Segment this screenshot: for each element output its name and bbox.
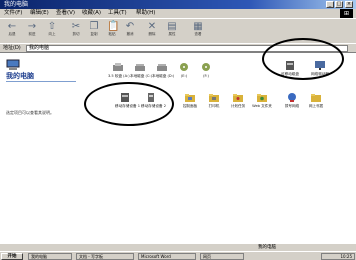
minimize-button[interactable]: _	[326, 1, 334, 8]
taskbar: 开始 我的电脑 文档 - 写字板 Microsoft Word 网页 10:25	[0, 251, 356, 260]
taskbar-item[interactable]: 网页	[200, 253, 244, 260]
system-clock: 10:25	[321, 253, 355, 260]
status-bar: 我的电脑	[0, 243, 356, 251]
forward-button[interactable]: → 前进	[26, 21, 38, 37]
panel-description: 选定项目可以查看其说明。	[6, 110, 54, 115]
network-globe-icon	[288, 93, 296, 102]
menu-bar: 文件(F) 编辑(E) 查看(V) 收藏(A) 工具(T) 帮助(H)	[0, 9, 356, 18]
copy-button[interactable]: ❐ 复制	[88, 21, 100, 37]
menu-edit[interactable]: 编辑(E)	[30, 10, 49, 17]
cut-button[interactable]: ✂ 剪切	[70, 21, 82, 37]
left-panel: 我的电脑 选定项目可以查看其说明。	[0, 54, 100, 244]
menu-view[interactable]: 查看(V)	[56, 10, 75, 17]
printers-folder[interactable]: 打印机	[204, 92, 224, 109]
control-panel-folder[interactable]: 控制面板	[180, 92, 200, 109]
back-button[interactable]: ← 后退	[6, 21, 18, 37]
highlight-ring-top	[262, 38, 344, 80]
properties-icon: ▤	[167, 21, 177, 32]
folder-icon	[209, 94, 219, 102]
menu-file[interactable]: 文件(F)	[4, 10, 22, 17]
views-button[interactable]: ▦ 查看	[192, 21, 204, 37]
dialup-networking[interactable]: 拨号网络	[282, 92, 302, 109]
taskbar-item[interactable]: 我的电脑	[28, 253, 72, 260]
drive-icon-e[interactable]: (E:)	[174, 62, 194, 79]
floppy-drive-icon	[113, 63, 123, 71]
drive-icon-c[interactable]: 本地磁盘 (C:)	[130, 62, 152, 79]
copy-icon: ❐	[89, 21, 99, 32]
panel-title: 我的电脑	[6, 72, 34, 80]
drive-icon-d[interactable]: 本地磁盘 (D:)	[152, 62, 174, 79]
taskbar-item[interactable]: 文档 - 写字板	[76, 253, 134, 260]
title-bar: 我的电脑 _ □ ×	[0, 0, 356, 9]
web-folders[interactable]: Web 文件夹	[252, 92, 272, 109]
explorer-window: 我的电脑 _ □ × 文件(F) 编辑(E) 查看(V) 收藏(A) 工具(T)…	[0, 0, 356, 260]
start-button[interactable]: 开始	[1, 253, 23, 260]
hard-disk-icon	[157, 64, 167, 71]
paste-button[interactable]: 📋 粘贴	[106, 21, 120, 37]
close-button[interactable]: ×	[345, 1, 353, 8]
scissors-icon: ✂	[71, 21, 81, 32]
up-button[interactable]: ⇧ 向上	[46, 21, 58, 37]
properties-button[interactable]: ▤ 属性	[166, 21, 178, 37]
panel-divider	[6, 81, 76, 82]
menu-tools[interactable]: 工具(T)	[108, 10, 127, 17]
delete-button[interactable]: ✕ 删除	[146, 21, 158, 37]
delete-x-icon: ✕	[147, 21, 157, 32]
drive-icon-a[interactable]: 3.5 软盘 (A:)	[108, 62, 130, 79]
hard-disk-icon	[135, 64, 145, 71]
views-grid-icon: ▦	[193, 21, 203, 32]
folder-icon	[233, 94, 243, 102]
windows-logo-icon: ⊞	[340, 9, 353, 18]
clipboard-icon: 📋	[107, 21, 120, 32]
folder-icon	[311, 94, 321, 102]
undo-button[interactable]: ↶ 撤消	[124, 21, 136, 37]
folder-icon	[257, 94, 267, 102]
scheduled-tasks-folder[interactable]: 计划任务	[228, 92, 248, 109]
taskbar-item[interactable]: Microsoft Word	[138, 253, 196, 260]
folder-icon	[185, 94, 195, 102]
highlight-ring-middle	[84, 82, 174, 126]
window-title: 我的电脑	[4, 1, 29, 8]
address-label: 地址(D)	[3, 45, 21, 51]
maximize-button[interactable]: □	[335, 1, 343, 8]
cd-drive-icon	[202, 63, 210, 71]
undo-icon: ↶	[125, 21, 135, 32]
back-arrow-icon: ←	[7, 21, 17, 32]
network-places-folder[interactable]: 网上邻居	[306, 92, 326, 109]
menu-favorites[interactable]: 收藏(A)	[82, 10, 101, 17]
menu-help[interactable]: 帮助(H)	[136, 10, 155, 17]
up-folder-icon: ⇧	[47, 21, 57, 32]
cd-drive-icon	[180, 63, 188, 71]
drive-icon-f[interactable]: (F:)	[196, 62, 216, 79]
forward-arrow-icon: →	[27, 21, 37, 32]
computer-icon	[6, 59, 20, 70]
